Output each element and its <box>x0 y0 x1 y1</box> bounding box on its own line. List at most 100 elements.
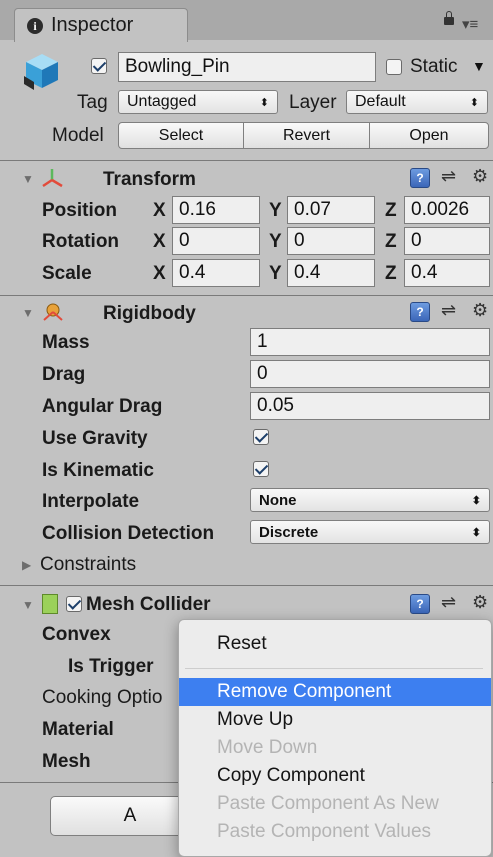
tab-menu-icon[interactable]: ▾≡ <box>462 15 478 33</box>
component-title: Mesh Collider <box>86 594 211 615</box>
axis-y-label: Y <box>269 200 282 221</box>
scale-x-field[interactable]: 0.4 <box>172 259 260 287</box>
material-label: Material <box>42 719 114 740</box>
rotation-y-field[interactable]: 0 <box>287 227 375 255</box>
updown-arrow-icon: ⬍ <box>259 96 269 109</box>
tag-value: Untagged <box>127 93 197 110</box>
layer-value: Default <box>355 93 406 110</box>
scale-y-field[interactable]: 0.4 <box>287 259 375 287</box>
mesh-collider-enabled-checkbox[interactable] <box>66 596 82 612</box>
component-title: Transform <box>103 169 196 190</box>
context-menu: Reset Remove Component Move Up Move Down… <box>178 619 492 857</box>
fold-arrow-icon[interactable]: ▼ <box>22 306 34 320</box>
divider <box>0 585 493 586</box>
angular-drag-label: Angular Drag <box>42 396 163 417</box>
position-x-field[interactable]: 0.16 <box>172 196 260 224</box>
help-icon[interactable]: ? <box>410 594 430 614</box>
position-y-field[interactable]: 0.07 <box>287 196 375 224</box>
mass-label: Mass <box>42 332 90 353</box>
mesh-collider-icon <box>42 594 58 614</box>
preset-icon[interactable]: ⇌ <box>441 300 456 321</box>
menu-item-paste-values: Paste Component Values <box>217 821 432 842</box>
static-dropdown-arrow-icon[interactable]: ▼ <box>472 58 486 74</box>
is-kinematic-label: Is Kinematic <box>42 460 154 481</box>
collision-detection-label: Collision Detection <box>42 523 215 544</box>
fold-arrow-icon[interactable]: ▼ <box>22 172 34 186</box>
gear-icon[interactable]: ⚙ <box>472 166 488 187</box>
convex-label: Convex <box>42 624 111 645</box>
axis-x-label: X <box>153 231 166 252</box>
tab-label: Inspector <box>51 14 134 36</box>
scale-label: Scale <box>42 263 92 284</box>
axis-y-label: Y <box>269 231 282 252</box>
drag-label: Drag <box>42 364 86 385</box>
mesh-label: Mesh <box>42 751 91 772</box>
menu-item-remove-component[interactable]: Remove Component <box>179 678 491 706</box>
model-select-button[interactable]: Select <box>118 122 244 149</box>
constraints-label[interactable]: Constraints <box>40 554 136 576</box>
rotation-z-field[interactable]: 0 <box>404 227 490 255</box>
preset-icon[interactable]: ⇌ <box>441 592 456 613</box>
layer-dropdown[interactable]: Default ⬍ <box>346 90 488 114</box>
rigidbody-icon <box>43 303 63 321</box>
cooking-options-label: Cooking Optio <box>42 687 163 708</box>
axis-x-label: X <box>153 263 166 284</box>
is-kinematic-checkbox[interactable] <box>253 461 269 477</box>
cube-icon <box>24 54 58 90</box>
object-name-field[interactable]: Bowling_Pin <box>118 52 376 82</box>
add-component-label: A <box>123 805 137 826</box>
info-icon: i <box>27 17 43 34</box>
menu-item-copy-component[interactable]: Copy Component <box>179 762 491 790</box>
divider <box>0 295 493 296</box>
help-icon[interactable]: ? <box>410 168 430 188</box>
rotation-label: Rotation <box>42 231 120 252</box>
use-gravity-checkbox[interactable] <box>253 429 269 445</box>
menu-item-paste-as-new: Paste Component As New <box>217 793 439 814</box>
layer-label: Layer <box>289 92 337 113</box>
divider <box>0 160 493 161</box>
mass-field[interactable]: 1 <box>250 328 490 356</box>
position-label: Position <box>42 200 117 221</box>
updown-arrow-icon: ⬍ <box>471 526 481 539</box>
tab-inspector[interactable]: i Inspector <box>14 8 188 42</box>
axis-x-label: X <box>153 200 166 221</box>
scale-z-field[interactable]: 0.4 <box>404 259 490 287</box>
transform-axes-icon <box>42 169 63 188</box>
axis-z-label: Z <box>385 200 397 221</box>
tag-label: Tag <box>77 92 108 113</box>
drag-field[interactable]: 0 <box>250 360 490 388</box>
interpolate-label: Interpolate <box>42 491 140 512</box>
interpolate-dropdown[interactable]: None ⬍ <box>250 488 490 512</box>
menu-separator <box>185 668 483 669</box>
is-trigger-label: Is Trigger <box>68 656 154 677</box>
angular-drag-field[interactable]: 0.05 <box>250 392 490 420</box>
help-icon[interactable]: ? <box>410 302 430 322</box>
gear-icon[interactable]: ⚙ <box>472 592 488 613</box>
updown-arrow-icon: ⬍ <box>471 494 481 507</box>
model-open-button[interactable]: Open <box>369 122 489 149</box>
preset-icon[interactable]: ⇌ <box>441 166 456 187</box>
updown-arrow-icon: ⬍ <box>469 96 479 109</box>
model-label: Model <box>52 125 104 146</box>
component-title: Rigidbody <box>103 303 196 324</box>
menu-item-move-up[interactable]: Move Up <box>179 706 491 734</box>
collision-detection-dropdown[interactable]: Discrete ⬍ <box>250 520 490 544</box>
menu-item-move-down: Move Down <box>217 737 318 758</box>
lock-icon[interactable] <box>444 11 454 25</box>
model-revert-button[interactable]: Revert <box>243 122 370 149</box>
position-z-field[interactable]: 0.0026 <box>404 196 490 224</box>
axis-z-label: Z <box>385 231 397 252</box>
rotation-x-field[interactable]: 0 <box>172 227 260 255</box>
expand-arrow-icon[interactable]: ▶ <box>22 558 31 572</box>
fold-arrow-icon[interactable]: ▼ <box>22 598 34 612</box>
axis-z-label: Z <box>385 263 397 284</box>
menu-item-reset[interactable]: Reset <box>179 630 491 658</box>
active-checkbox[interactable] <box>91 58 107 74</box>
static-checkbox[interactable] <box>386 59 402 75</box>
gear-icon[interactable]: ⚙ <box>472 300 488 321</box>
static-label: Static <box>410 56 458 77</box>
interpolate-value: None <box>259 491 297 509</box>
use-gravity-label: Use Gravity <box>42 428 148 449</box>
tag-dropdown[interactable]: Untagged ⬍ <box>118 90 278 114</box>
axis-y-label: Y <box>269 263 282 284</box>
